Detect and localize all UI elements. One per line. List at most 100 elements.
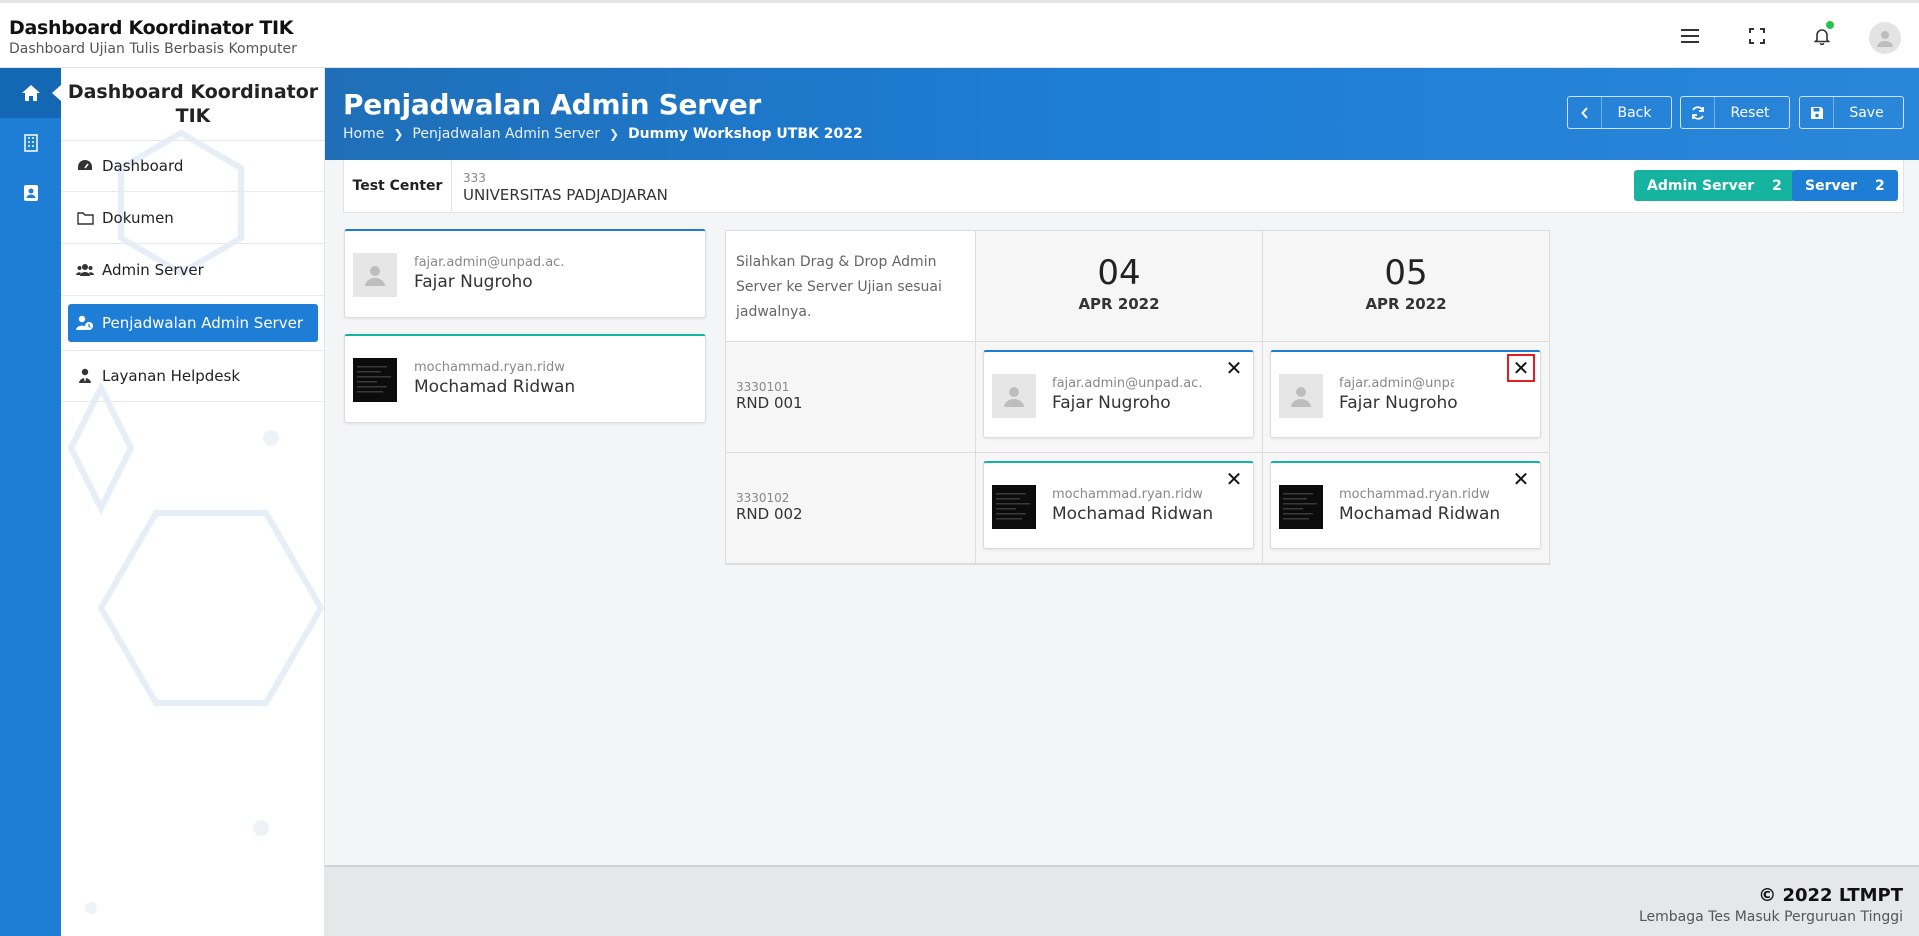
sidebar-item-dokumen[interactable]: Dokumen xyxy=(61,192,324,244)
sidebar-item-dashboard[interactable]: Dashboard xyxy=(61,140,324,192)
app-subtitle: Dashboard Ujian Tulis Berbasis Komputer xyxy=(9,41,297,57)
admin-server-count-badge: Admin Server 2 xyxy=(1634,170,1795,201)
admin-email: mochammad.ryan.ridwan xyxy=(1052,487,1202,502)
contact-icon[interactable] xyxy=(0,168,61,218)
fullscreen-icon[interactable] xyxy=(1742,21,1772,51)
server-code: 3330102 xyxy=(736,491,790,505)
server-code: 3330101 xyxy=(736,380,790,394)
test-center-code: 333 xyxy=(463,171,486,185)
sidebar-title: Dashboard Koordinator TIK xyxy=(67,81,319,127)
chevron-right-icon: ❯ xyxy=(609,127,620,141)
server-row-header: 3330102 RND 002 xyxy=(726,453,976,564)
footer-organization: Lembaga Tes Masuk Perguruan Tinggi xyxy=(1638,909,1903,925)
page-title: Penjadwalan Admin Server xyxy=(343,88,761,121)
sidebar-item-admin-server[interactable]: Admin Server xyxy=(61,244,324,296)
schedule-cell[interactable]: fajar.admin@unpad.ac.id Fajar Nugroho ✕ xyxy=(976,342,1263,453)
assigned-admin-card[interactable]: mochammad.ryan.ridwan Mochamad Ridwan ✕ xyxy=(983,461,1254,549)
admin-pool-card[interactable]: fajar.admin@unpad.ac.id Fajar Nugroho xyxy=(344,229,706,318)
sidebar-item-label: Dokumen xyxy=(102,208,174,227)
sidebar-item-helpdesk[interactable]: Layanan Helpdesk xyxy=(61,350,324,402)
icon-rail xyxy=(0,68,61,936)
server-name: RND 001 xyxy=(736,394,803,412)
remove-assignment-icon[interactable]: ✕ xyxy=(1509,467,1533,491)
remove-assignment-icon[interactable]: ✕ xyxy=(1222,356,1246,380)
breadcrumb-current: Dummy Workshop UTBK 2022 xyxy=(628,126,863,142)
admin-name: Mochamad Ridwan xyxy=(1339,504,1501,524)
home-icon[interactable] xyxy=(0,68,61,118)
user-tie-icon xyxy=(76,367,94,385)
save-button[interactable]: Save xyxy=(1799,96,1904,129)
badge-count: 2 xyxy=(1772,177,1782,194)
assigned-admin-card[interactable]: mochammad.ryan.ridwan Mochamad Ridwan ✕ xyxy=(1270,461,1541,549)
footer: © 2022 LTMPT Lembaga Tes Masuk Perguruan… xyxy=(325,865,1919,936)
badge-count: 2 xyxy=(1875,177,1885,194)
page-header: Penjadwalan Admin Server Home ❯ Penjadwa… xyxy=(325,68,1919,160)
avatar-placeholder-icon xyxy=(992,374,1036,418)
reset-button[interactable]: Reset xyxy=(1680,96,1790,129)
user-clock-icon xyxy=(76,314,94,332)
admin-email: mochammad.ryan.ridwan xyxy=(1339,487,1489,502)
bell-icon[interactable] xyxy=(1807,21,1837,51)
sidebar-item-label: Penjadwalan Admin Server xyxy=(102,314,303,332)
user-avatar[interactable] xyxy=(1869,22,1901,54)
admin-name: Fajar Nugroho xyxy=(414,272,533,292)
server-row-header: 3330101 RND 001 xyxy=(726,342,976,453)
remove-assignment-icon[interactable]: ✕ xyxy=(1222,467,1246,491)
admin-email: mochammad.ryan.ridwan xyxy=(414,360,564,375)
admin-name: Mochamad Ridwan xyxy=(1052,504,1214,524)
app-title: Dashboard Koordinator TIK xyxy=(9,17,294,39)
chevron-right-icon: ❯ xyxy=(393,127,404,141)
building-icon[interactable] xyxy=(0,118,61,168)
test-center-bar: Test Center 333 UNIVERSITAS PADJADJARAN … xyxy=(343,160,1904,213)
date-column-header: 05 APR 2022 xyxy=(1263,231,1550,342)
avatar-placeholder-icon xyxy=(353,253,397,297)
admin-email: fajar.admin@unpad.ac.id xyxy=(414,255,564,270)
admin-name: Mochamad Ridwan xyxy=(414,377,576,397)
footer-copyright: © 2022 LTMPT xyxy=(1758,885,1903,906)
remove-assignment-icon[interactable]: ✕ xyxy=(1507,354,1535,382)
date-month: APR 2022 xyxy=(1365,295,1447,313)
date-day: 05 xyxy=(1384,253,1428,293)
notification-dot xyxy=(1826,21,1834,29)
chevron-left-icon xyxy=(1568,97,1602,128)
floppy-disk-icon xyxy=(1800,97,1834,128)
test-center-label: Test Center xyxy=(344,160,452,212)
breadcrumb-penjadwalan[interactable]: Penjadwalan Admin Server xyxy=(412,126,600,142)
admin-email: fajar.admin@unpad.ac.id xyxy=(1052,376,1202,391)
admin-pool-card[interactable]: mochammad.ryan.ridwan Mochamad Ridwan xyxy=(344,334,706,423)
avatar-photo xyxy=(353,358,397,402)
sidebar-item-label: Dashboard xyxy=(102,157,184,175)
admin-name: Fajar Nugroho xyxy=(1052,393,1171,413)
test-center-name: UNIVERSITAS PADJADJARAN xyxy=(463,186,668,204)
menu-icon[interactable] xyxy=(1675,21,1705,51)
server-name: RND 002 xyxy=(736,505,803,523)
admin-email: fajar.admin@unpad.ac.id xyxy=(1339,376,1454,391)
server-count-badge: Server 2 xyxy=(1792,170,1898,201)
drag-drop-instruction: Silahkan Drag & Drop Admin Server ke Ser… xyxy=(726,231,976,342)
avatar-placeholder-icon xyxy=(1279,374,1323,418)
sidebar-menu: Dashboard Dokumen Admin Server Penjadwal… xyxy=(61,140,324,402)
back-button[interactable]: Back xyxy=(1567,96,1672,129)
breadcrumb-home[interactable]: Home xyxy=(343,126,384,142)
folder-icon xyxy=(76,209,94,227)
refresh-icon xyxy=(1681,97,1715,128)
date-column-header: 04 APR 2022 xyxy=(976,231,1263,342)
users-icon xyxy=(76,261,94,279)
sidebar-item-label: Layanan Helpdesk xyxy=(102,367,241,385)
gauge-icon xyxy=(76,157,94,175)
schedule-cell[interactable]: mochammad.ryan.ridwan Mochamad Ridwan ✕ xyxy=(976,453,1263,564)
assigned-admin-card[interactable]: fajar.admin@unpad.ac.id Fajar Nugroho ✕ xyxy=(1270,350,1541,438)
avatar-photo xyxy=(992,485,1036,529)
side-menu: Dashboard Koordinator TIK Dashboard Doku… xyxy=(61,68,325,936)
schedule-cell[interactable]: mochammad.ryan.ridwan Mochamad Ridwan ✕ xyxy=(1263,453,1550,564)
date-day: 04 xyxy=(1097,253,1141,293)
top-bar: Dashboard Koordinator TIK Dashboard Ujia… xyxy=(0,0,1919,68)
admin-name: Fajar Nugroho xyxy=(1339,393,1458,413)
schedule-cell[interactable]: fajar.admin@unpad.ac.id Fajar Nugroho ✕ xyxy=(1263,342,1550,453)
avatar-photo xyxy=(1279,485,1323,529)
assigned-admin-card[interactable]: fajar.admin@unpad.ac.id Fajar Nugroho ✕ xyxy=(983,350,1254,438)
sidebar-item-penjadwalan[interactable]: Penjadwalan Admin Server xyxy=(68,304,318,342)
rail-active-notch xyxy=(52,85,61,101)
schedule-grid: Silahkan Drag & Drop Admin Server ke Ser… xyxy=(725,230,1550,565)
breadcrumb: Home ❯ Penjadwalan Admin Server ❯ Dummy … xyxy=(343,126,863,142)
